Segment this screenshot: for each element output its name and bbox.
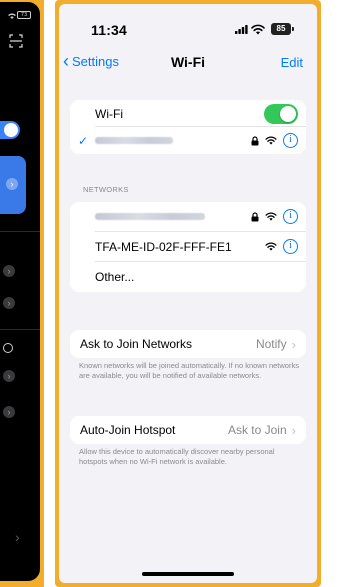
ask-to-join-footnote: Known networks will be joined automatica… xyxy=(79,361,299,380)
status-time: 11:34 xyxy=(91,22,128,38)
auto-join-group: Auto-Join Hotspot Ask to Join › xyxy=(70,416,306,444)
divider xyxy=(0,329,40,330)
network-name-redacted xyxy=(95,213,205,220)
divider xyxy=(0,231,40,232)
left-highlight-card[interactable]: › xyxy=(0,156,26,214)
phone-frame: 11:34 85 ‹ Settings Wi-Fi Edit Wi-Fi ✓ i… xyxy=(55,0,321,587)
network-name: TFA-ME-ID-02F-FFF-FE1 xyxy=(95,240,232,254)
ask-to-join-row[interactable]: Ask to Join Networks Notify › xyxy=(70,330,306,358)
other-network-label: Other... xyxy=(95,270,135,284)
wifi-settings-screen: 11:34 85 ‹ Settings Wi-Fi Edit Wi-Fi ✓ i… xyxy=(59,4,317,583)
network-row[interactable]: TFA-ME-ID-02F-FFF-FE1 i xyxy=(70,232,306,262)
info-icon[interactable]: i xyxy=(283,133,298,148)
ask-to-join-group: Ask to Join Networks Notify › xyxy=(70,330,306,358)
lock-icon xyxy=(251,211,259,221)
wifi-icon xyxy=(265,242,277,251)
networks-group: i TFA-ME-ID-02F-FFF-FE1 i Other... xyxy=(70,202,306,292)
auto-join-label: Auto-Join Hotspot xyxy=(80,423,176,437)
loading-spinner-icon xyxy=(3,343,13,353)
ask-to-join-value: Notify › xyxy=(256,337,296,352)
wifi-toggle[interactable] xyxy=(264,104,298,124)
info-icon[interactable]: i xyxy=(283,239,298,254)
chevron-right-icon[interactable]: › xyxy=(3,370,15,382)
chevron-right-icon[interactable]: › xyxy=(3,297,15,309)
battery-icon: 73 xyxy=(17,11,31,19)
signal-icon xyxy=(235,25,248,34)
wifi-label: Wi-Fi xyxy=(95,106,123,121)
wifi-icon xyxy=(265,212,277,221)
checkmark-icon: ✓ xyxy=(78,133,89,148)
ask-to-join-label: Ask to Join Networks xyxy=(80,337,193,351)
wifi-group: Wi-Fi ✓ i xyxy=(70,100,306,154)
home-indicator[interactable] xyxy=(142,572,234,576)
auto-join-value: Ask to Join › xyxy=(228,423,296,438)
auto-join-row[interactable]: Auto-Join Hotspot Ask to Join › xyxy=(70,416,306,444)
connected-network-name-redacted xyxy=(95,137,173,144)
auto-join-value-text: Ask to Join xyxy=(227,423,287,437)
chevron-right-icon[interactable]: › xyxy=(3,406,15,418)
info-icon[interactable]: i xyxy=(283,209,298,224)
chevron-right-icon[interactable]: › xyxy=(3,265,15,277)
edit-button[interactable]: Edit xyxy=(281,55,303,70)
navigation-bar: ‹ Settings Wi-Fi Edit xyxy=(59,44,317,80)
lock-icon xyxy=(251,135,259,145)
auto-join-footnote: Allow this device to automatically disco… xyxy=(79,447,275,466)
wifi-icon xyxy=(251,24,265,35)
wifi-icon xyxy=(265,136,277,145)
chevron-right-icon[interactable]: › xyxy=(15,529,20,545)
chevron-right-icon: › xyxy=(291,422,296,438)
other-network-row[interactable]: Other... xyxy=(70,262,306,292)
connected-network-row[interactable]: ✓ i xyxy=(70,127,306,154)
wifi-toggle-row: Wi-Fi xyxy=(70,100,306,127)
left-phone-frame: 73 › › › › › › xyxy=(0,0,44,587)
page-title: Wi-Fi xyxy=(170,54,206,70)
network-status-icons: i xyxy=(251,209,298,224)
left-toggle[interactable] xyxy=(0,121,20,139)
networks-section-header: NETWORKS xyxy=(83,185,129,194)
ask-to-join-value-text: Notify xyxy=(255,337,287,351)
network-status-icons: i xyxy=(265,239,298,254)
scan-icon[interactable] xyxy=(9,34,23,48)
network-status-icons: i xyxy=(251,133,298,148)
status-bar: 11:34 85 xyxy=(59,4,317,44)
battery-icon: 85 xyxy=(271,23,294,35)
chevron-right-icon: › xyxy=(291,336,296,352)
chevron-right-icon: › xyxy=(6,178,18,190)
left-phone-screen: 73 › › › › › › xyxy=(0,2,40,581)
network-row[interactable]: i xyxy=(70,202,306,232)
